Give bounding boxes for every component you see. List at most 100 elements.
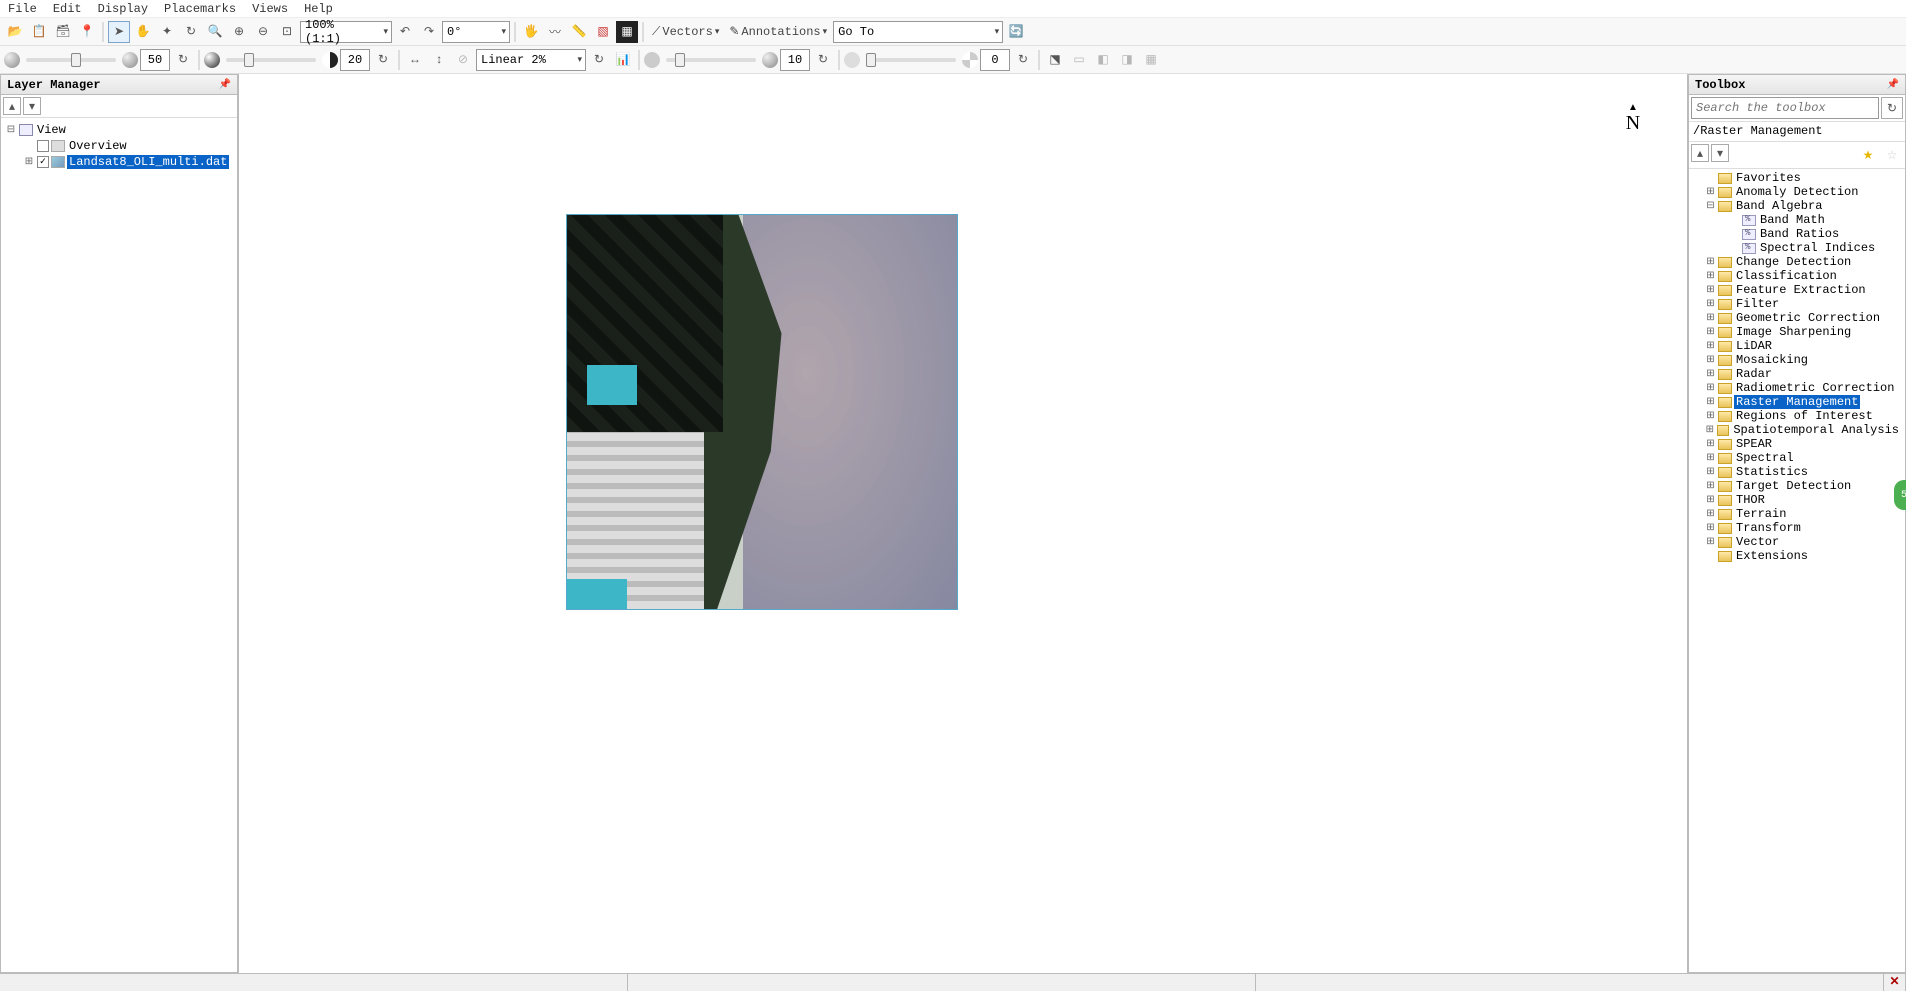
expand-icon[interactable]: ⊞ (1705, 382, 1716, 394)
data-manager-icon[interactable]: 🗃 (52, 21, 74, 43)
roi-icon[interactable]: ▧ (592, 21, 614, 43)
menu-views[interactable]: Views (252, 2, 288, 16)
sharpen-slider[interactable] (666, 58, 756, 62)
toolbox-node[interactable]: ⊞Vector (1693, 535, 1901, 549)
toolbox-node[interactable]: ·Band Ratios (1693, 227, 1901, 241)
contrast-reset-icon[interactable]: ↻ (372, 49, 394, 71)
toolbox-node[interactable]: ⊞Anomaly Detection (1693, 185, 1901, 199)
toolbox-node[interactable]: ⊞Transform (1693, 521, 1901, 535)
expand-icon[interactable]: ⊞ (1705, 256, 1716, 268)
menu-display[interactable]: Display (98, 2, 148, 16)
toolbox-node[interactable]: ⊞Spectral (1693, 451, 1901, 465)
view-grid-icon[interactable]: ▦ (1140, 49, 1162, 71)
rotate-combo[interactable]: 0° (442, 21, 510, 43)
expand-icon[interactable]: ⊞ (1705, 452, 1716, 464)
side-badge[interactable]: 5 (1894, 480, 1906, 510)
close-icon[interactable]: ✕ (1884, 974, 1906, 991)
brightness-slider[interactable] (26, 58, 116, 62)
previous-extent-icon[interactable]: ↶ (394, 21, 416, 43)
expand-icon[interactable]: ⊟ (1705, 200, 1716, 212)
toolbox-node[interactable]: ⊞Target Detection (1693, 479, 1901, 493)
collapse-up-icon[interactable]: ▴ (1691, 144, 1709, 162)
transparency-reset-icon[interactable]: ↻ (1012, 49, 1034, 71)
zoom-drag-icon[interactable]: 🔍 (204, 21, 226, 43)
dataset-checkbox[interactable]: ✓ (37, 156, 49, 168)
pin-panel-icon[interactable]: 📌 (1887, 79, 1899, 91)
rotate-tool-icon[interactable]: ↻ (180, 21, 202, 43)
sharpen-reset-icon[interactable]: ↻ (812, 49, 834, 71)
tree-dataset-node[interactable]: ⊞ ✓ Landsat8_OLI_multi.dat (5, 154, 233, 170)
toolbox-node[interactable]: ⊞Filter (1693, 297, 1901, 311)
stretch-y-icon[interactable]: ↕ (428, 49, 450, 71)
menu-edit[interactable]: Edit (53, 2, 82, 16)
toolbox-node[interactable]: ⊞Statistics (1693, 465, 1901, 479)
expand-icon[interactable]: ⊞ (1705, 466, 1716, 478)
paste-icon[interactable]: 📋 (28, 21, 50, 43)
toolbox-node[interactable]: ·Spectral Indices (1693, 241, 1901, 255)
collapse-down-icon[interactable]: ▾ (1711, 144, 1729, 162)
zoom-out-icon[interactable]: ⊖ (252, 21, 274, 43)
stretch-refresh-icon[interactable]: ↻ (588, 49, 610, 71)
toolbox-search-input[interactable] (1691, 97, 1879, 119)
expand-icon[interactable]: ⊟ (5, 124, 17, 136)
zoom-extent-icon[interactable]: ⊡ (276, 21, 298, 43)
toolbox-node[interactable]: ⊞LiDAR (1693, 339, 1901, 353)
pan-tool-icon[interactable]: ✋ (132, 21, 154, 43)
expand-icon[interactable]: ⊞ (1705, 312, 1716, 324)
toolbox-node[interactable]: ⊟Band Algebra (1693, 199, 1901, 213)
toolbox-node[interactable]: ⊞Mosaicking (1693, 353, 1901, 367)
blend-icon[interactable]: ▭ (1068, 49, 1090, 71)
transparency-value[interactable] (980, 49, 1010, 71)
search-refresh-icon[interactable]: ↻ (1881, 97, 1903, 119)
expand-icon[interactable]: ⊞ (1705, 410, 1716, 422)
contrast-slider[interactable] (226, 58, 316, 62)
zoom-combo[interactable]: 100% (1:1) (300, 21, 392, 43)
toolbox-node[interactable]: ⊞Regions of Interest (1693, 409, 1901, 423)
portal-icon[interactable]: ⬔ (1044, 49, 1066, 71)
expand-icon[interactable]: ⊞ (1705, 340, 1716, 352)
crosshairs-icon[interactable]: 〰 (544, 21, 566, 43)
measure-icon[interactable]: 📏 (568, 21, 590, 43)
collapse-up-icon[interactable]: ▴ (3, 97, 21, 115)
expand-icon[interactable]: ⊞ (1705, 298, 1716, 310)
image-viewport[interactable]: N (238, 74, 1688, 973)
expand-icon[interactable]: ⊞ (1705, 494, 1716, 506)
stretch-x-icon[interactable]: ↔ (404, 49, 426, 71)
toolbox-node[interactable]: ⊞Geometric Correction (1693, 311, 1901, 325)
contrast-value[interactable] (340, 49, 370, 71)
toolbox-node[interactable]: ⊞Raster Management (1693, 395, 1901, 409)
toolbox-node[interactable]: ⊞Feature Extraction (1693, 283, 1901, 297)
toolbox-node[interactable]: ·Extensions (1693, 549, 1901, 563)
toolbox-node[interactable]: ⊞THOR (1693, 493, 1901, 507)
expand-icon[interactable]: ⊞ (1705, 270, 1716, 282)
brightness-reset-icon[interactable]: ↻ (172, 49, 194, 71)
expand-icon[interactable]: ⊞ (1705, 284, 1716, 296)
tree-view-node[interactable]: ⊟ View (5, 122, 233, 138)
pin-icon[interactable]: 📍 (76, 21, 98, 43)
toolbox-node[interactable]: ·Band Math (1693, 213, 1901, 227)
select-tool-icon[interactable]: ➤ (108, 21, 130, 43)
stretch-lock-icon[interactable]: ⊘ (452, 49, 474, 71)
pin-panel-icon[interactable]: 📌 (219, 79, 231, 91)
flicker-icon[interactable]: ◧ (1092, 49, 1114, 71)
favorite-star-icon[interactable]: ★ (1857, 144, 1879, 166)
toolbox-node[interactable]: ⊞SPEAR (1693, 437, 1901, 451)
toolbox-node[interactable]: ·Favorites (1693, 171, 1901, 185)
expand-icon[interactable]: ⊞ (1705, 522, 1716, 534)
expand-icon[interactable]: ⊞ (1705, 508, 1716, 520)
expand-icon[interactable]: ⊞ (1705, 354, 1716, 366)
goto-combo[interactable]: Go To (833, 21, 1003, 43)
chip-icon[interactable]: ▦ (616, 21, 638, 43)
toolbox-node[interactable]: ⊞Classification (1693, 269, 1901, 283)
histogram-icon[interactable]: 📊 (612, 49, 634, 71)
expand-icon[interactable]: ⊞ (1705, 186, 1716, 198)
stretch-combo[interactable]: Linear 2% (476, 49, 586, 71)
toolbox-node[interactable]: ⊞Image Sharpening (1693, 325, 1901, 339)
fly-tool-icon[interactable]: ✦ (156, 21, 178, 43)
refresh-display-icon[interactable]: 🔄 (1005, 21, 1027, 43)
swipe-icon[interactable]: ◨ (1116, 49, 1138, 71)
expand-icon[interactable]: ⊞ (1705, 480, 1716, 492)
toolbox-node[interactable]: ⊞Radar (1693, 367, 1901, 381)
raster-display[interactable] (566, 214, 958, 610)
toolbox-node[interactable]: ⊞Change Detection (1693, 255, 1901, 269)
